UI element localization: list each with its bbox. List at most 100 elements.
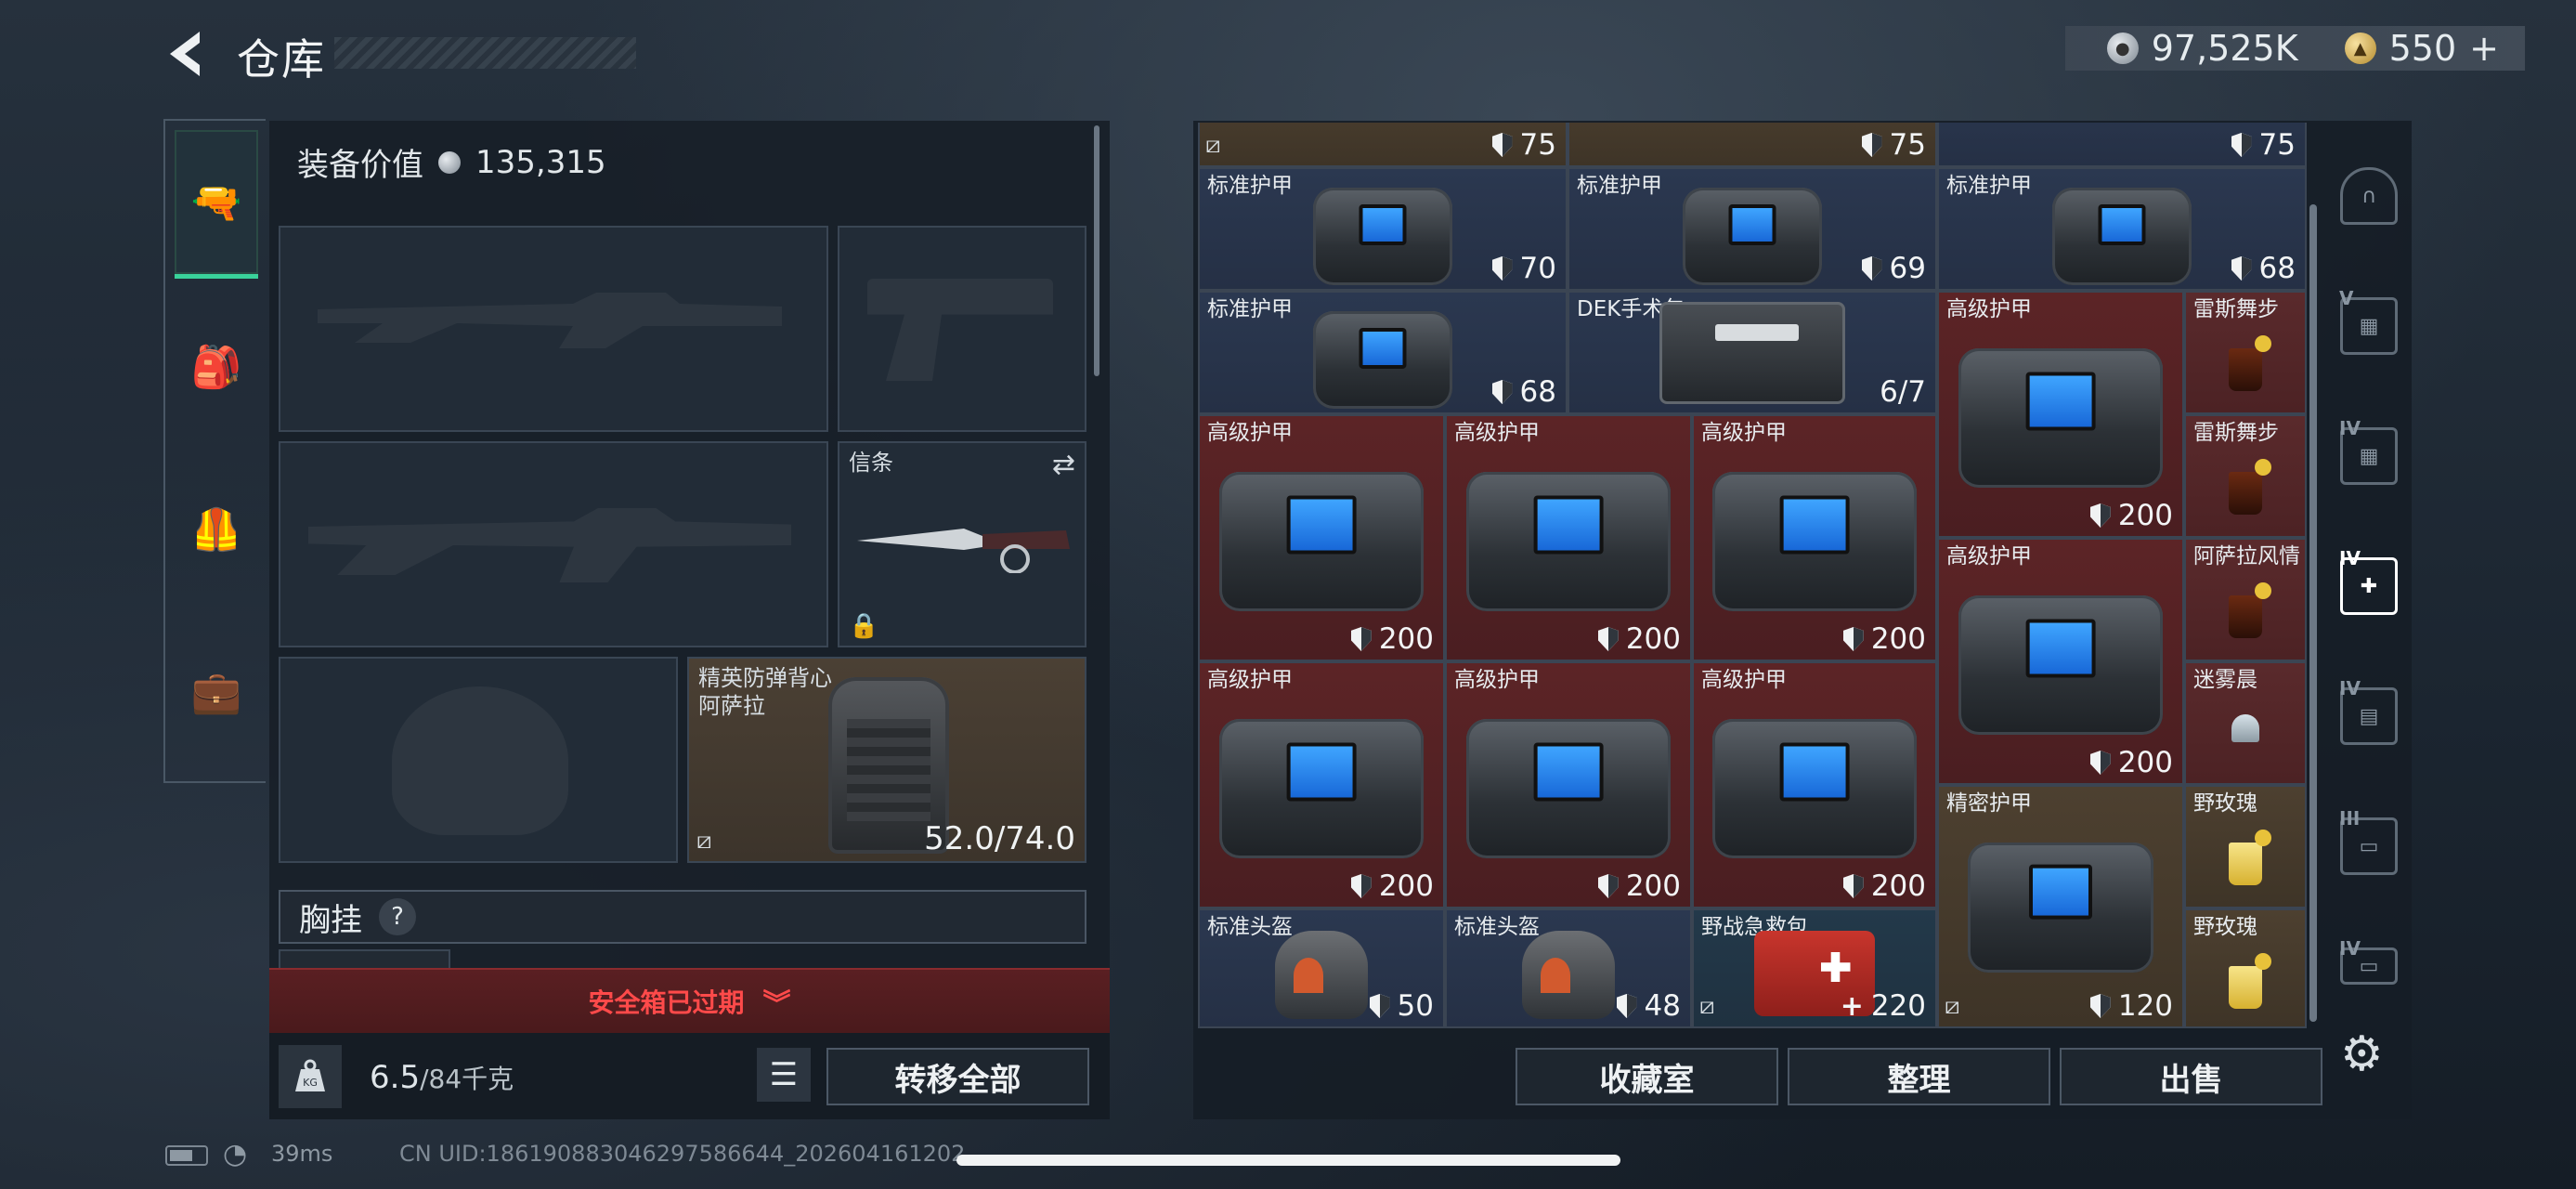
- inventory-scrollbar[interactable]: [2309, 204, 2317, 1022]
- silver-coin-icon: [438, 150, 461, 174]
- cocktail-icon: [2229, 830, 2271, 885]
- inventory-item[interactable]: DEK手术包 6/7: [1568, 291, 1937, 414]
- sell-button[interactable]: 出售: [2060, 1048, 2322, 1105]
- melee-label: 信条: [849, 450, 893, 476]
- armor-icon: [1466, 472, 1671, 611]
- backpack-icon: 🎒: [190, 344, 242, 391]
- inventory-item[interactable]: 标准护甲 70: [1198, 167, 1568, 291]
- inventory-item[interactable]: 精密护甲 ⧄ 120: [1937, 785, 2184, 1028]
- medical-case-iv-tab[interactable]: IV ✚: [2339, 547, 2398, 615]
- inventory-item[interactable]: 标准头盔 48: [1445, 908, 1692, 1028]
- helmet-slot[interactable]: [279, 657, 678, 863]
- primary-weapon-slot-2[interactable]: [279, 441, 828, 647]
- back-button[interactable]: [163, 28, 209, 80]
- sort-button[interactable]: 整理: [1788, 1048, 2050, 1105]
- gold-coin-icon: ▲: [2344, 33, 2376, 64]
- armor-shield-icon: [1861, 256, 1882, 281]
- transfer-all-button[interactable]: 转移全部: [826, 1048, 1089, 1105]
- inventory-item[interactable]: 高级护甲 200: [1445, 414, 1692, 661]
- armor-shield-icon: [1861, 133, 1882, 157]
- cocktail-icon: [2229, 582, 2271, 638]
- gate-icon[interactable]: ∩: [2340, 167, 2398, 225]
- home-indicator[interactable]: [956, 1155, 1620, 1166]
- currency-bar: ● 97,525K ▲ 550 +: [2065, 26, 2525, 71]
- tab-briefcase[interactable]: 💼: [175, 618, 258, 766]
- battery-icon: [165, 1145, 208, 1166]
- inventory-item[interactable]: 野玫瑰: [2184, 908, 2307, 1028]
- inventory-grid: 75 ⧄ 75 75 标准护甲 70 标准护甲 69 标准护甲 68 标准护甲 6…: [1198, 123, 2308, 1028]
- inventory-item[interactable]: 阿萨拉风情: [2184, 538, 2307, 661]
- grid-cell[interactable]: 75: [1568, 123, 1937, 167]
- inventory-item[interactable]: 标准护甲 68: [1198, 291, 1568, 414]
- helmet-icon: [1522, 931, 1615, 1019]
- inventory-item[interactable]: 野战急救包 ⧄ +220: [1692, 908, 1937, 1028]
- inventory-item[interactable]: 迷雾晨: [2184, 661, 2307, 785]
- inventory-item[interactable]: 野玫瑰: [2184, 785, 2307, 908]
- grid-cell[interactable]: 75: [1937, 123, 2307, 167]
- silver-currency-value: 97,525K: [2151, 28, 2298, 69]
- inventory-item[interactable]: 高级护甲 200: [1198, 414, 1445, 661]
- inventory-item[interactable]: 标准护甲 69: [1568, 167, 1937, 291]
- armor-icon: [1712, 719, 1917, 858]
- armor-durability: 52.0/74.0: [924, 820, 1075, 857]
- tab-backpack[interactable]: 🎒: [175, 293, 258, 441]
- wifi-icon: ◔: [223, 1138, 248, 1170]
- armor-icon: [1313, 311, 1452, 409]
- gun-case-iv-tab[interactable]: IV ▭: [2339, 937, 2398, 985]
- settings-gear-icon[interactable]: ⚙: [2340, 1026, 2384, 1082]
- help-icon[interactable]: ?: [379, 898, 416, 935]
- chest-rig-slot[interactable]: 胸挂 ?: [279, 890, 1086, 944]
- case-icon: ▦: [2359, 444, 2379, 468]
- knife-icon: [857, 529, 1070, 573]
- inventory-item[interactable]: 雷斯舞步: [2184, 414, 2307, 538]
- pistol-silhouette-icon: [867, 279, 1053, 381]
- sub-slot[interactable]: [279, 949, 450, 968]
- armor-shield-icon: [1616, 994, 1637, 1018]
- add-currency-button[interactable]: +: [2469, 28, 2499, 69]
- armor-icon: [1683, 188, 1822, 285]
- pistol-icon: 🔫: [190, 178, 242, 227]
- primary-weapon-slot-1[interactable]: [279, 226, 828, 432]
- armor-icon: [1219, 472, 1424, 611]
- gun-case-icon: ▭: [2359, 954, 2379, 978]
- inventory-item[interactable]: 高级护甲 200: [1937, 538, 2184, 785]
- armor-shield-icon: [2089, 994, 2111, 1018]
- case-icon: ▦: [2359, 314, 2379, 338]
- melee-slot[interactable]: 信条 ⇄ 🔒: [838, 441, 1086, 647]
- armor-shield-icon: [2089, 751, 2111, 775]
- briefcase-icon: 💼: [190, 669, 242, 716]
- tab-vest[interactable]: 🦺: [175, 455, 258, 604]
- armor-icon: [1958, 348, 2163, 488]
- inventory-item[interactable]: 高级护甲 200: [1692, 414, 1937, 661]
- equipment-scrollbar[interactable]: [1094, 125, 1099, 376]
- armor-icon: [1968, 843, 2153, 973]
- inventory-item[interactable]: 雷斯舞步: [2184, 291, 2307, 414]
- no-transfer-icon: ⧄: [1945, 992, 1960, 1020]
- inventory-item[interactable]: 高级护甲 200: [1198, 661, 1445, 908]
- safe-box-expired-banner[interactable]: 安全箱已过期 ︾: [269, 968, 1110, 1033]
- max-weight: /84千克: [420, 1064, 514, 1094]
- cocktail-icon: [2231, 714, 2259, 742]
- gun-case-iii-tab[interactable]: III ▭: [2339, 807, 2398, 875]
- inventory-item[interactable]: 标准头盔 50: [1198, 908, 1445, 1028]
- inventory-item[interactable]: 标准护甲 68: [1937, 167, 2307, 291]
- inventory-item[interactable]: 高级护甲 200: [1692, 661, 1937, 908]
- inventory-item[interactable]: 高级护甲 200: [1937, 291, 2184, 538]
- armor-label: 精英防弹背心 阿萨拉: [698, 665, 832, 719]
- cocktail-icon: [2229, 335, 2271, 391]
- rifle-silhouette-icon: [318, 293, 782, 348]
- gun-case-icon: ▭: [2359, 834, 2379, 858]
- list-view-button[interactable]: ☰: [757, 1048, 811, 1102]
- case-v-tab[interactable]: V ▦: [2339, 287, 2398, 355]
- folder-case-icon: ▤: [2359, 704, 2379, 728]
- pistol-slot[interactable]: [838, 226, 1086, 432]
- tab-weapons[interactable]: 🔫: [175, 130, 258, 279]
- grid-cell[interactable]: 75 ⧄: [1198, 123, 1568, 167]
- armor-slot[interactable]: 精英防弹背心 阿萨拉 ⧄ 52.0/74.0: [687, 657, 1086, 863]
- folder-case-iv-tab[interactable]: IV ▤: [2339, 677, 2398, 745]
- case-iv-tab[interactable]: IV ▦: [2339, 417, 2398, 485]
- armor-shield-icon: [2089, 503, 2111, 528]
- swap-icon[interactable]: ⇄: [1052, 449, 1075, 481]
- collection-room-button[interactable]: 收藏室: [1516, 1048, 1778, 1105]
- inventory-item[interactable]: 高级护甲 200: [1445, 661, 1692, 908]
